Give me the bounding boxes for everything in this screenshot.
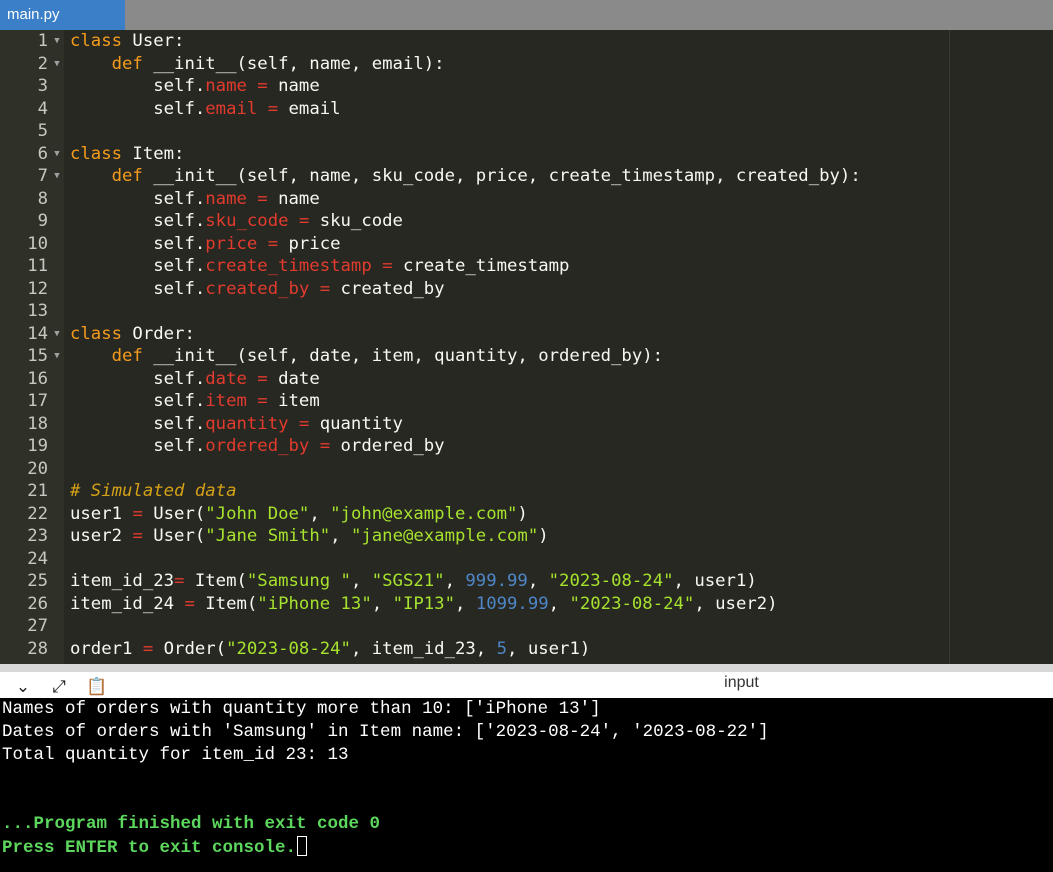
code-line: 2 ▼ def __init__(self, name, email): bbox=[0, 53, 1053, 76]
line-number: 24 bbox=[27, 548, 48, 569]
line-number: 16 bbox=[27, 368, 48, 389]
console-line: Total quantity for item_id 23: 13 bbox=[2, 745, 349, 765]
line-number: 13 bbox=[27, 301, 48, 321]
line-number: 15 bbox=[27, 346, 48, 366]
code-line: 18 self.quantity = quantity bbox=[0, 413, 1053, 436]
code-line: 28 order1 = Order("2023-08-24", item_id_2… bbox=[0, 638, 1053, 661]
tab-bar: main.py bbox=[0, 0, 1053, 30]
line-number: 9 bbox=[37, 211, 48, 231]
line-number: 17 bbox=[27, 391, 48, 411]
line-number: 6 bbox=[37, 143, 48, 164]
code-line: 13 bbox=[0, 300, 1053, 323]
line-number: 1 bbox=[37, 31, 48, 51]
code-line: 16 self.date = date bbox=[0, 368, 1053, 391]
line-number: 7 bbox=[37, 166, 48, 186]
line-number: 22 bbox=[27, 503, 48, 524]
line-number: 26 bbox=[27, 593, 48, 614]
code-line: 27 bbox=[0, 615, 1053, 638]
line-number: 25 bbox=[27, 571, 48, 591]
console-output[interactable]: Names of orders with quantity more than … bbox=[0, 698, 1053, 872]
fold-arrow-icon[interactable]: ▼ bbox=[52, 323, 62, 346]
console-line: Names of orders with quantity more than … bbox=[2, 699, 601, 719]
fold-arrow-icon[interactable]: ▼ bbox=[52, 143, 62, 166]
code-line: 11 self.create_timestamp = create_timest… bbox=[0, 255, 1053, 278]
line-number: 12 bbox=[27, 278, 48, 299]
line-number: 23 bbox=[27, 526, 48, 546]
exit-message: ...Program finished with exit code 0 bbox=[2, 814, 381, 834]
press-enter-text: Press ENTER to exit console. bbox=[2, 838, 297, 858]
console-toolbar: ⌄ ⤢ 📋 input bbox=[0, 664, 1053, 698]
line-number: 4 bbox=[37, 98, 48, 119]
line-number: 2 bbox=[37, 53, 48, 74]
console-title: input bbox=[724, 674, 759, 691]
console-blank bbox=[0, 767, 1053, 790]
code-editor[interactable]: 1 ▼ class User: 2 ▼ def __init__(self, name… bbox=[0, 30, 1053, 664]
code-line: 22 user1 = User("John Doe", "john@example… bbox=[0, 503, 1053, 526]
console-blank bbox=[0, 790, 1053, 813]
code-line: 21 # Simulated data bbox=[0, 480, 1053, 503]
code-line: 24 bbox=[0, 548, 1053, 571]
fold-arrow-icon[interactable]: ▼ bbox=[52, 165, 62, 188]
code-line: 8 self.name = name bbox=[0, 188, 1053, 211]
line-number: 5 bbox=[37, 121, 48, 141]
code-line: 6 ▼ class Item: bbox=[0, 143, 1053, 166]
line-number: 21 bbox=[27, 481, 48, 501]
line-number: 19 bbox=[27, 436, 48, 456]
code-line: 20 bbox=[0, 458, 1053, 481]
fold-arrow-icon[interactable]: ▼ bbox=[52, 345, 62, 368]
code-line: 3 self.name = name bbox=[0, 75, 1053, 98]
code-line: 9 self.sku_code = sku_code bbox=[0, 210, 1053, 233]
code-line: 5 bbox=[0, 120, 1053, 143]
code-line: 17 self.item = item bbox=[0, 390, 1053, 413]
tab-main-py[interactable]: main.py bbox=[0, 0, 125, 30]
line-number: 3 bbox=[37, 76, 48, 96]
code-line: 14 ▼ class Order: bbox=[0, 323, 1053, 346]
code-line: 4 self.email = email bbox=[0, 98, 1053, 121]
code-line: 12 self.created_by = created_by bbox=[0, 278, 1053, 301]
code-line: 10 self.price = price bbox=[0, 233, 1053, 256]
fold-arrow-icon[interactable]: ▼ bbox=[52, 30, 62, 53]
code-line: 19 self.ordered_by = ordered_by bbox=[0, 435, 1053, 458]
console-line: Dates of orders with 'Samsung' in Item n… bbox=[2, 722, 769, 742]
line-number: 20 bbox=[27, 458, 48, 479]
press-enter-line: Press ENTER to exit console. bbox=[0, 836, 1053, 859]
line-number: 10 bbox=[27, 233, 48, 254]
line-number: 8 bbox=[37, 188, 48, 209]
code-line: 15 ▼ def __init__(self, date, item, quant… bbox=[0, 345, 1053, 368]
line-number: 14 bbox=[27, 323, 48, 344]
code-line: 7 ▼ def __init__(self, name, sku_code, pr… bbox=[0, 165, 1053, 188]
line-number: 27 bbox=[27, 616, 48, 636]
fold-arrow-icon[interactable]: ▼ bbox=[52, 53, 62, 76]
code-line: 25 item_id_23= Item("Samsung ", "SGS21", … bbox=[0, 570, 1053, 593]
code-line: 23 user2 = User("Jane Smith", "jane@examp… bbox=[0, 525, 1053, 548]
line-number: 28 bbox=[27, 638, 48, 659]
line-number: 11 bbox=[27, 256, 48, 276]
code-lines: 1 ▼ class User: 2 ▼ def __init__(self, name… bbox=[0, 30, 1053, 660]
console-cursor[interactable] bbox=[297, 836, 308, 856]
line-number: 18 bbox=[27, 413, 48, 434]
code-line: 26 item_id_24 = Item("iPhone 13", "IP13",… bbox=[0, 593, 1053, 616]
code-line: 1 ▼ class User: bbox=[0, 30, 1053, 53]
